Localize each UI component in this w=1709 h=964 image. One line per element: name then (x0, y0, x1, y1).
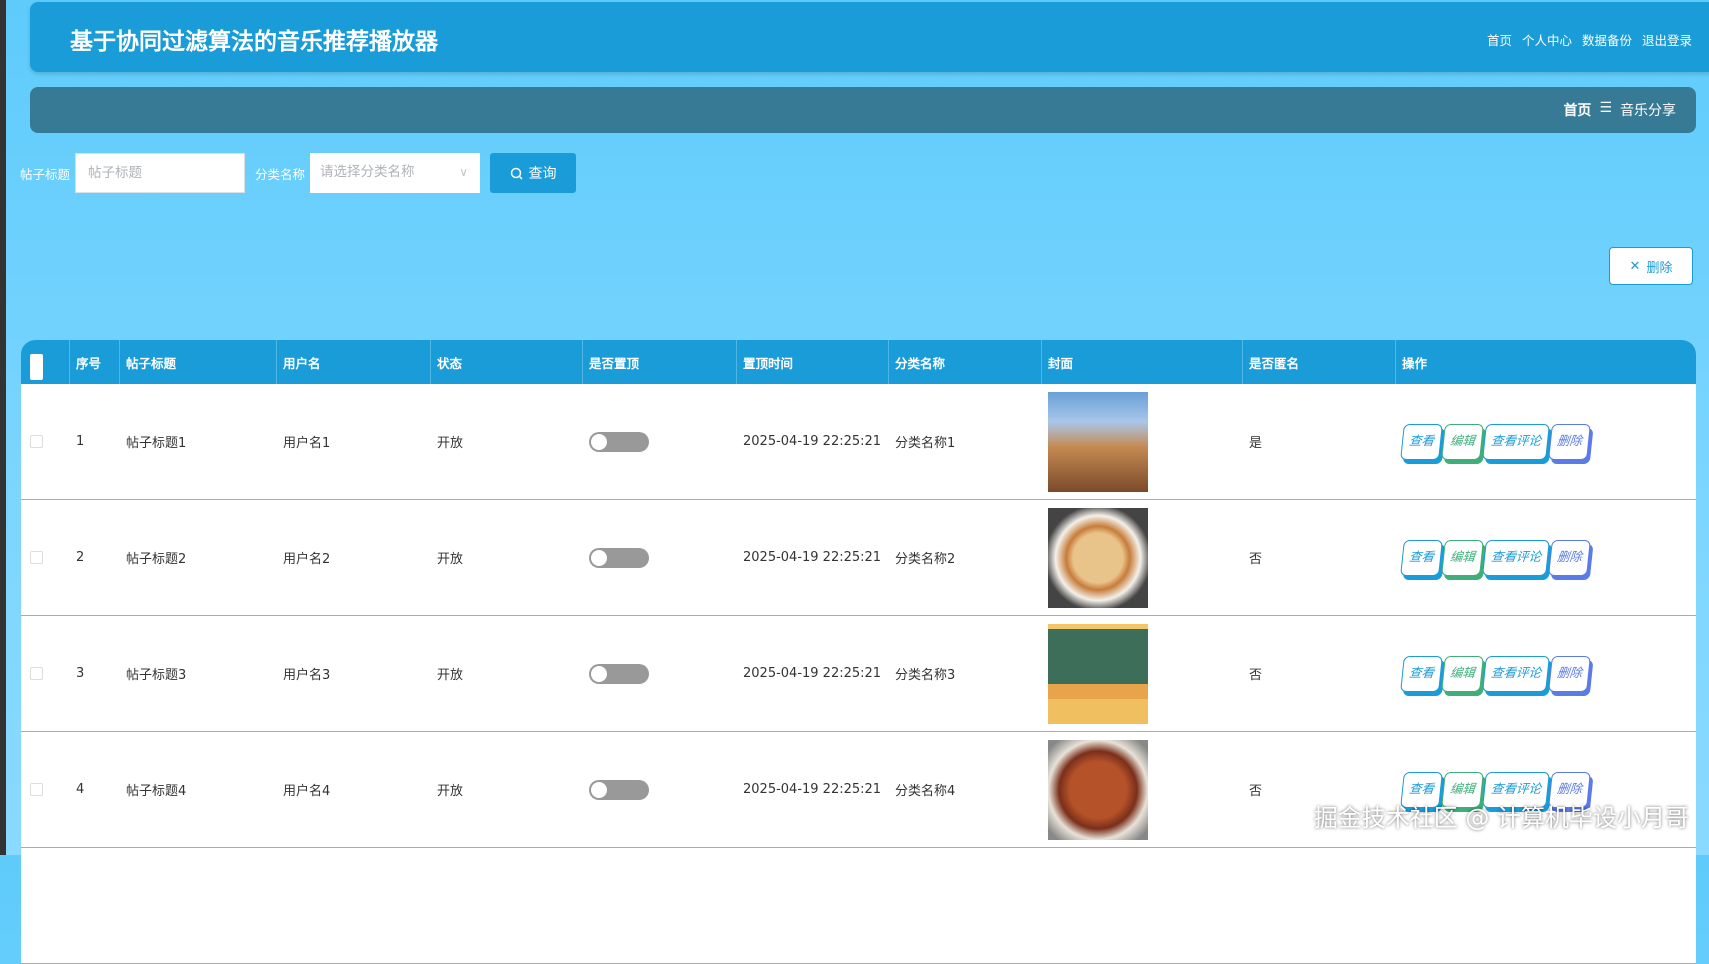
col-pin-time: 置顶时间 (737, 340, 889, 384)
chevron-down-icon: ∨ (459, 165, 469, 179)
view-comments-button[interactable]: 查看评论 (1482, 423, 1550, 460)
row-checkbox[interactable] (30, 551, 43, 564)
edit-button[interactable]: 编辑 (1441, 655, 1484, 692)
batch-delete-button[interactable]: ✕ 删除 (1609, 247, 1693, 285)
row-checkbox[interactable] (30, 667, 43, 680)
row-index: 3 (76, 666, 85, 681)
row-status: 开放 (437, 552, 464, 567)
title-label: 帖子标题 (20, 166, 71, 182)
search-bar: 帖子标题 帖子标题 分类名称 请选择分类名称 ∨ 查询 (20, 153, 577, 193)
row-user: 用户名4 (283, 784, 331, 799)
breadcrumb-bar: 首页 ☰ 音乐分享 (30, 87, 1696, 133)
view-comments-button[interactable]: 查看评论 (1482, 539, 1550, 576)
row-user: 用户名2 (283, 552, 331, 567)
category-label: 分类名称 (255, 166, 306, 182)
col-index: 序号 (70, 340, 120, 384)
pinned-toggle[interactable] (589, 431, 649, 452)
row-title: 帖子标题2 (126, 552, 187, 567)
col-title: 帖子标题 (120, 340, 277, 384)
nav-logout[interactable]: 退出登录 (1642, 30, 1692, 49)
row-checkbox[interactable] (30, 435, 43, 448)
pinned-toggle[interactable] (589, 779, 649, 800)
row-index: 1 (76, 434, 85, 449)
col-user: 用户名 (277, 340, 431, 384)
select-all-checkbox[interactable] (30, 354, 43, 380)
nav-profile[interactable]: 个人中心 (1522, 30, 1572, 49)
delete-button[interactable]: 删除 (1548, 539, 1591, 576)
col-cover: 封面 (1042, 340, 1243, 384)
view-comments-button[interactable]: 查看评论 (1482, 655, 1550, 692)
app-title: 基于协同过滤算法的音乐推荐播放器 (70, 29, 438, 55)
top-nav: 首页 个人中心 数据备份 退出登录 (1487, 30, 1692, 49)
posts-table: 序号 帖子标题 用户名 状态 是否置顶 置顶时间 分类名称 封面 是否匿名 操作… (21, 340, 1696, 964)
table-row-partial (21, 848, 1696, 964)
row-title: 帖子标题1 (126, 436, 187, 451)
breadcrumb: 首页 ☰ 音乐分享 (1563, 100, 1676, 120)
row-pin-time: 2025-04-19 22:25:21 (743, 666, 882, 681)
row-category: 分类名称4 (895, 784, 956, 799)
row-index: 4 (76, 782, 85, 797)
row-category: 分类名称3 (895, 668, 956, 683)
table-row: 2 帖子标题2 用户名2 开放 2025-04-19 22:25:21 分类名称… (21, 500, 1696, 616)
close-icon: ✕ (1629, 258, 1641, 274)
breadcrumb-separator-icon: ☰ (1599, 100, 1612, 116)
app-header: 基于协同过滤算法的音乐推荐播放器 首页 个人中心 数据备份 退出登录 (30, 2, 1709, 72)
table-row: 1 帖子标题1 用户名1 开放 2025-04-19 22:25:21 分类名称… (21, 384, 1696, 500)
row-checkbox[interactable] (30, 783, 43, 796)
row-pin-time: 2025-04-19 22:25:21 (743, 550, 882, 565)
nav-backup[interactable]: 数据备份 (1582, 30, 1632, 49)
cover-image[interactable] (1048, 623, 1148, 724)
table-row: 3 帖子标题3 用户名3 开放 2025-04-19 22:25:21 分类名称… (21, 616, 1696, 732)
search-icon (510, 167, 523, 180)
row-title: 帖子标题3 (126, 668, 187, 683)
view-button[interactable]: 查看 (1400, 423, 1443, 460)
row-status: 开放 (437, 784, 464, 799)
query-label: 查询 (528, 166, 557, 182)
category-placeholder: 请选择分类名称 (320, 164, 415, 180)
row-user: 用户名1 (283, 436, 331, 451)
cover-image[interactable] (1048, 507, 1148, 608)
row-user: 用户名3 (283, 668, 331, 683)
nav-home[interactable]: 首页 (1487, 30, 1512, 49)
breadcrumb-home[interactable]: 首页 (1563, 100, 1591, 120)
col-status: 状态 (431, 340, 583, 384)
table-header: 序号 帖子标题 用户名 状态 是否置顶 置顶时间 分类名称 封面 是否匿名 操作 (21, 340, 1696, 384)
query-button[interactable]: 查询 (490, 153, 577, 193)
pinned-toggle[interactable] (589, 663, 649, 684)
row-pin-time: 2025-04-19 22:25:21 (743, 434, 882, 449)
delete-button[interactable]: 删除 (1548, 423, 1591, 460)
row-anonymous: 是 (1249, 436, 1263, 451)
view-button[interactable]: 查看 (1400, 655, 1443, 692)
col-category: 分类名称 (889, 340, 1042, 384)
row-title: 帖子标题4 (126, 784, 187, 799)
edit-button[interactable]: 编辑 (1441, 539, 1484, 576)
row-anonymous: 否 (1249, 552, 1263, 567)
edit-button[interactable]: 编辑 (1441, 423, 1484, 460)
delete-button[interactable]: 删除 (1548, 655, 1591, 692)
pinned-toggle[interactable] (589, 547, 649, 568)
row-category: 分类名称1 (895, 436, 956, 451)
window-edge (0, 0, 6, 855)
category-select[interactable]: 请选择分类名称 ∨ (310, 153, 481, 193)
breadcrumb-current: 音乐分享 (1620, 103, 1676, 119)
row-index: 2 (76, 550, 85, 565)
view-button[interactable]: 查看 (1400, 539, 1443, 576)
delete-label: 删除 (1646, 260, 1673, 276)
col-actions: 操作 (1402, 356, 1428, 371)
title-input[interactable]: 帖子标题 (75, 153, 246, 193)
row-status: 开放 (437, 668, 464, 683)
col-anonymous: 是否匿名 (1243, 340, 1396, 384)
row-anonymous: 否 (1249, 668, 1263, 683)
cover-image[interactable] (1048, 739, 1148, 840)
col-pinned: 是否置顶 (583, 340, 737, 384)
row-anonymous: 否 (1249, 784, 1263, 799)
watermark: 掘金技术社区 @ 计算机毕设小月哥 (1313, 804, 1689, 832)
cover-image[interactable] (1048, 391, 1148, 492)
row-pin-time: 2025-04-19 22:25:21 (743, 782, 882, 797)
row-status: 开放 (437, 436, 464, 451)
row-category: 分类名称2 (895, 552, 956, 567)
